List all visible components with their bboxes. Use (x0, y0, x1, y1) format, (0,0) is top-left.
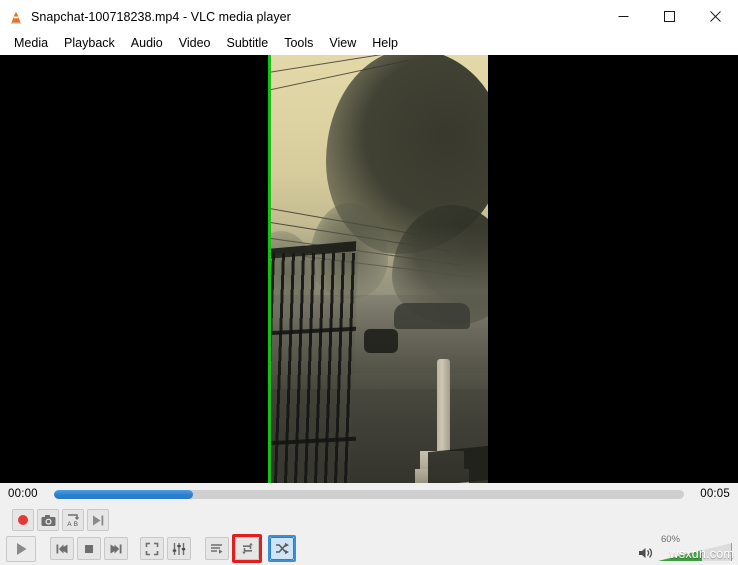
control-bar: A B 60% wsxdn.com (0, 505, 738, 565)
menu-item-tools[interactable]: Tools (276, 33, 321, 55)
motorcycle (364, 328, 398, 353)
parked-car (394, 303, 470, 330)
video-edge-marker (268, 55, 271, 483)
menu-item-subtitle[interactable]: Subtitle (219, 33, 277, 55)
playlist-button[interactable] (205, 537, 229, 560)
window-title: Snapchat-100718238.mp4 - VLC media playe… (31, 9, 291, 24)
transport-group (50, 537, 128, 560)
shuffle-button[interactable] (270, 537, 294, 560)
menu-item-video[interactable]: Video (171, 33, 219, 55)
speaker-icon[interactable] (638, 546, 654, 560)
loop-button[interactable] (235, 537, 259, 560)
stone-pillar (437, 359, 450, 455)
play-button[interactable] (6, 535, 36, 562)
previous-button[interactable] (50, 537, 74, 560)
volume-control[interactable] (638, 531, 732, 561)
volume-slider[interactable] (658, 543, 732, 561)
seek-bar-row: 00:00 00:05 (0, 483, 738, 505)
video-display-area[interactable] (0, 55, 738, 483)
seek-slider[interactable] (54, 489, 684, 499)
fullscreen-button[interactable] (140, 537, 164, 560)
video-frame (268, 55, 488, 483)
curb (428, 445, 488, 483)
mode-group (205, 534, 296, 563)
next-button[interactable] (104, 537, 128, 560)
menu-item-media[interactable]: Media (6, 33, 56, 55)
svg-text:A: A (67, 521, 72, 527)
record-button[interactable] (12, 509, 34, 531)
svg-text:B: B (73, 521, 77, 527)
total-time[interactable]: 00:05 (694, 488, 730, 500)
close-button[interactable] (692, 0, 738, 33)
menu-item-view[interactable]: View (321, 33, 364, 55)
menu-bar: Media Playback Audio Video Subtitle Tool… (0, 33, 738, 55)
playback-controls-row: 60% wsxdn.com (0, 531, 738, 563)
menu-item-help[interactable]: Help (364, 33, 406, 55)
vlc-main-window: Snapchat-100718238.mp4 - VLC media playe… (0, 0, 738, 565)
ab-loop-button[interactable]: A B (62, 509, 84, 531)
title-bar: Snapchat-100718238.mp4 - VLC media playe… (0, 0, 738, 33)
view-group (140, 537, 191, 560)
elapsed-time: 00:00 (8, 488, 38, 500)
menu-item-playback[interactable]: Playback (56, 33, 123, 55)
minimize-button[interactable] (600, 0, 646, 33)
advanced-controls-row: A B (0, 505, 738, 531)
menu-item-audio[interactable]: Audio (123, 33, 171, 55)
frame-by-frame-button[interactable] (87, 509, 109, 531)
seek-progress-fill (54, 489, 193, 499)
snapshot-button[interactable] (37, 509, 59, 531)
maximize-button[interactable] (646, 0, 692, 33)
vlc-cone-icon (8, 9, 24, 25)
window-controls (600, 0, 738, 33)
shuffle-button-focus-ring (268, 535, 296, 562)
loop-button-highlight (232, 534, 262, 563)
stop-button[interactable] (77, 537, 101, 560)
volume-fill (658, 543, 703, 561)
metal-fence (268, 253, 359, 483)
extended-settings-button[interactable] (167, 537, 191, 560)
